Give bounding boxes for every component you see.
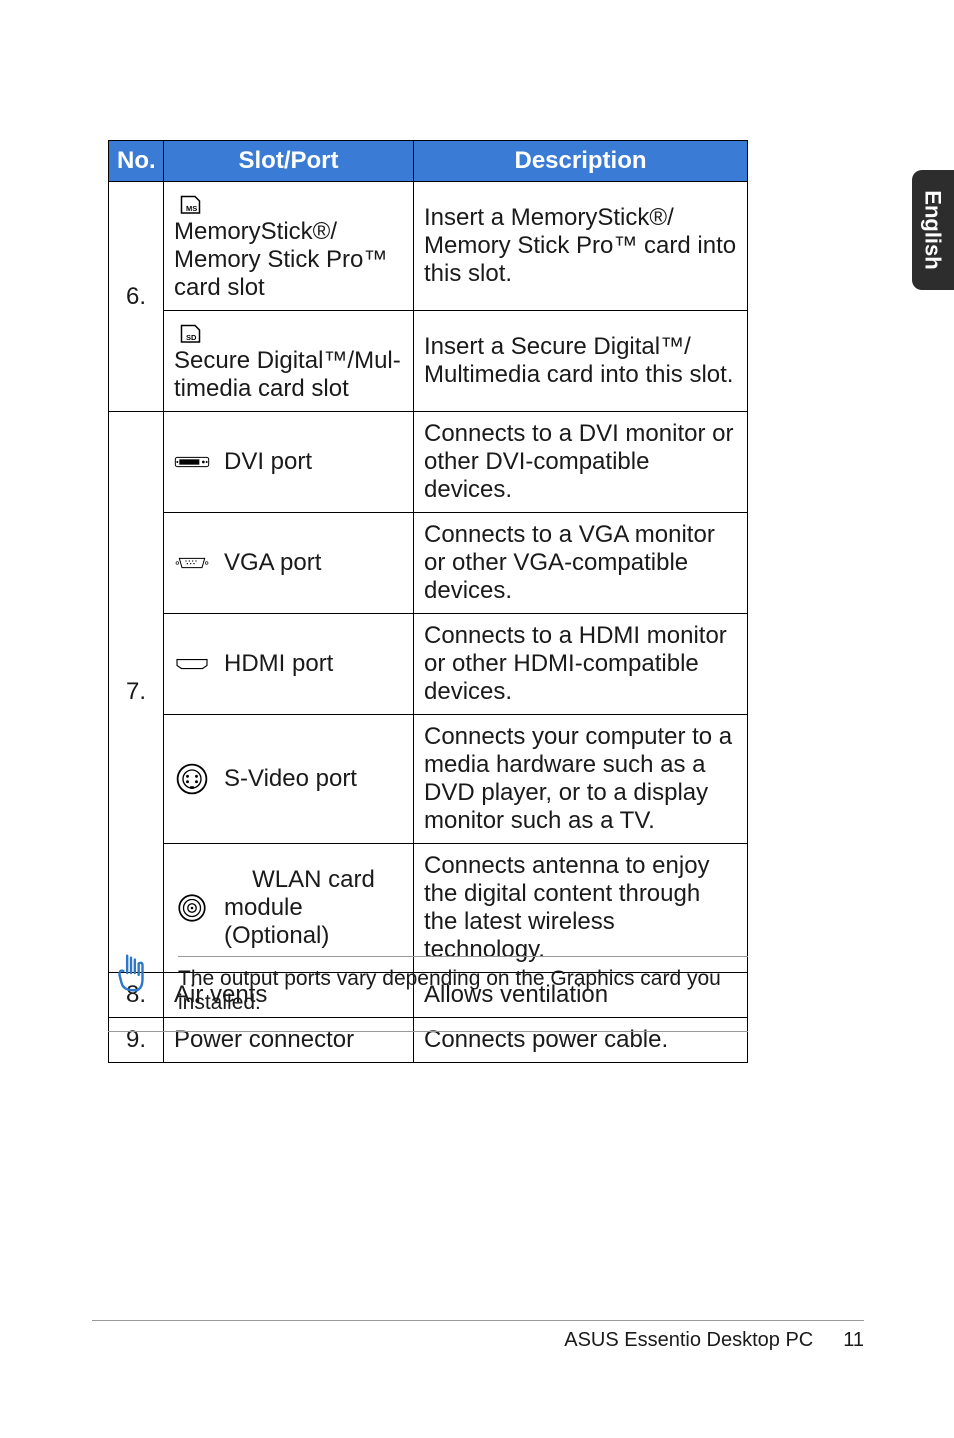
s-video-port-icon	[174, 765, 210, 793]
desc-cell: Connects to a DVI monitor or other DVI-c…	[414, 412, 748, 513]
slot-label-line: MemoryStick®/	[174, 218, 403, 246]
table-row: HDMI port Connects to a HDMI monitor or …	[109, 614, 748, 715]
slot-label-line: timedia card slot	[174, 375, 403, 403]
table-row: S-Video port Connects your computer to a…	[109, 715, 748, 844]
slot-cell: MS MemoryStick®/ Memory Stick Pro™ card …	[164, 182, 414, 311]
desc-cell: Insert a Secure Digital™/ Multimedia car…	[414, 311, 748, 412]
slot-label: HDMI port	[224, 650, 333, 678]
note-text: The output ports vary depending on the G…	[178, 956, 748, 1015]
slot-cell: DVI port	[164, 412, 414, 513]
hand-note-icon	[108, 950, 154, 996]
vga-port-icon	[174, 549, 210, 577]
slot-label-line: Secure Digital™/Mul-	[174, 347, 403, 375]
slot-label: S-Video port	[224, 765, 357, 793]
th-slot: Slot/Port	[164, 141, 414, 182]
slot-cell: VGA port	[164, 513, 414, 614]
language-label: English	[920, 190, 946, 269]
page-footer: ASUS Essentio Desktop PC 11	[92, 1320, 864, 1352]
desc-cell: Connects to a VGA monitor or other VGA-c…	[414, 513, 748, 614]
slot-label-line: WLAN card	[252, 866, 375, 894]
dvi-port-icon	[174, 448, 210, 476]
page-content: No. Slot/Port Description 6. MS	[108, 140, 748, 1063]
hdmi-port-icon	[174, 650, 210, 678]
sd-card-icon: SD	[174, 319, 210, 347]
manual-note: The output ports vary depending on the G…	[108, 950, 748, 1032]
footer-title: ASUS Essentio Desktop PC	[564, 1329, 813, 1352]
desc-cell: Connects your computer to a media hardwa…	[414, 715, 748, 844]
slot-label: VGA port	[224, 549, 321, 577]
table-row: SD Secure Digital™/Mul- timedia card slo…	[109, 311, 748, 412]
slot-label-line: card slot	[174, 274, 403, 302]
table-row: VGA port Connects to a VGA monitor or ot…	[109, 513, 748, 614]
desc-cell: Connects to a HDMI monitor or other HDMI…	[414, 614, 748, 715]
memorystick-icon: MS	[174, 190, 210, 218]
footer-page-number: 11	[843, 1329, 864, 1352]
slot-label-line: module (Optional)	[224, 894, 403, 950]
ports-table: No. Slot/Port Description 6. MS	[108, 140, 748, 1063]
wlan-antenna-icon	[174, 894, 210, 922]
desc-cell: Insert a MemoryStick®/ Memory Stick Pro™…	[414, 182, 748, 311]
slot-label-stack: WLAN card module (Optional)	[224, 866, 403, 950]
slot-label: DVI port	[224, 448, 312, 476]
svg-text:SD: SD	[186, 333, 197, 342]
slot-cell: HDMI port	[164, 614, 414, 715]
row-number: 6.	[109, 182, 164, 412]
slot-label-line: Memory Stick Pro™	[174, 246, 403, 274]
slot-cell: SD Secure Digital™/Mul- timedia card slo…	[164, 311, 414, 412]
slot-cell: S-Video port	[164, 715, 414, 844]
language-side-tab: English	[912, 170, 954, 290]
th-no: No.	[109, 141, 164, 182]
svg-text:MS: MS	[186, 204, 197, 213]
th-desc: Description	[414, 141, 748, 182]
table-row: 7. DVI port	[109, 412, 748, 513]
table-row: 6. MS MemoryStick®/ Memory Stick Pro™ ca…	[109, 182, 748, 311]
row-number: 7.	[109, 412, 164, 973]
